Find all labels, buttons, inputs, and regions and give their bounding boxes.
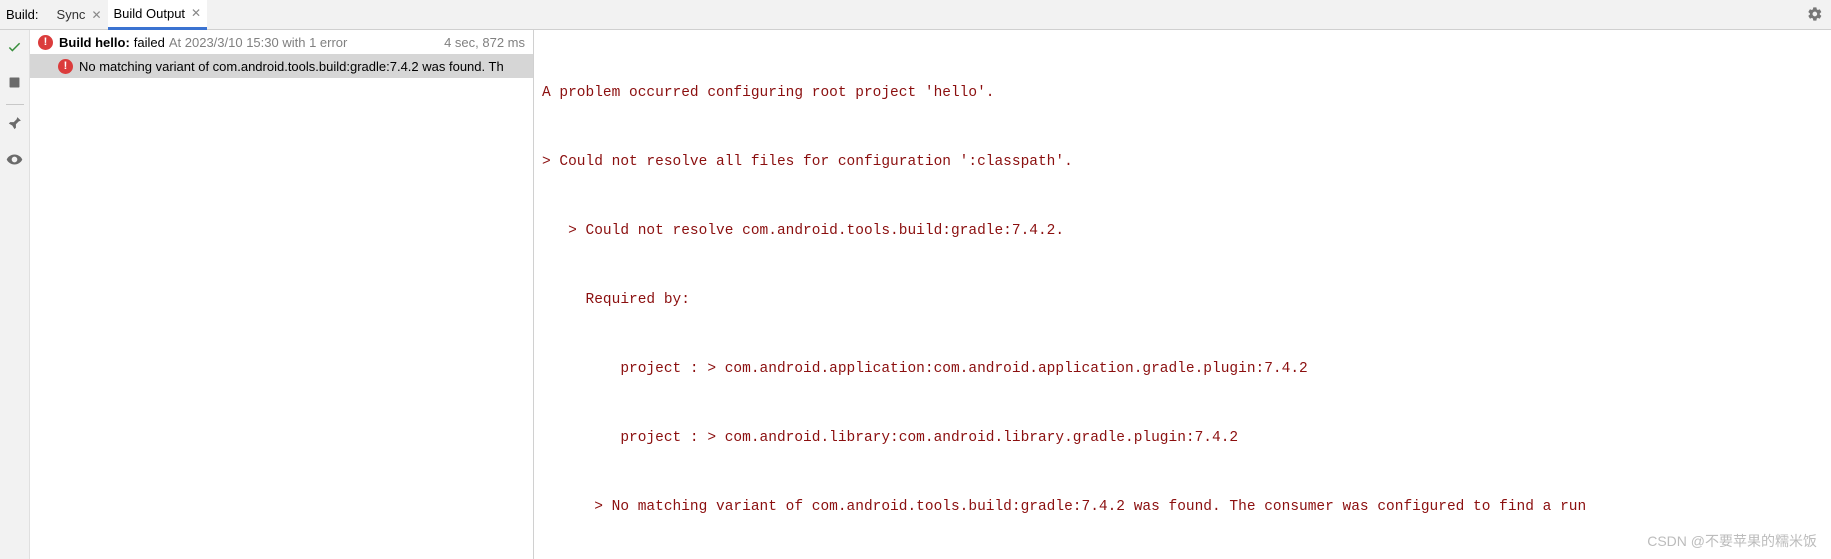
- close-icon[interactable]: ✕: [191, 6, 201, 20]
- gear-icon[interactable]: [1807, 6, 1823, 25]
- console-line: Required by:: [542, 289, 1831, 312]
- build-status: failed: [134, 35, 165, 50]
- build-tree: ! Build hello: failed At 2023/3/10 15:30…: [30, 30, 534, 559]
- console-line: > Could not resolve all files for config…: [542, 151, 1831, 174]
- tool-gutter: [0, 30, 30, 559]
- error-message: No matching variant of com.android.tools…: [79, 59, 525, 74]
- console-line: > No matching variant of com.android.too…: [542, 496, 1831, 519]
- console-line: A problem occurred configuring root proj…: [542, 82, 1831, 105]
- tab-build-output-label: Build Output: [114, 6, 186, 21]
- build-label: Build:: [6, 7, 39, 22]
- console-line: project : > com.android.application:com.…: [542, 358, 1831, 381]
- console-line: project : > com.android.library:com.andr…: [542, 427, 1831, 450]
- divider: [6, 104, 24, 105]
- error-icon: !: [58, 59, 73, 74]
- close-icon[interactable]: ✕: [91, 8, 101, 22]
- stop-icon[interactable]: [6, 74, 23, 94]
- build-task-row[interactable]: ! Build hello: failed At 2023/3/10 15:30…: [30, 30, 533, 54]
- build-tabbar: Build: Sync ✕ Build Output ✕: [0, 0, 1831, 30]
- console-line: > Could not resolve com.android.tools.bu…: [542, 220, 1831, 243]
- build-output-console[interactable]: A problem occurred configuring root proj…: [534, 30, 1831, 559]
- build-meta: At 2023/3/10 15:30 with 1 error: [169, 35, 348, 50]
- build-error-row[interactable]: ! No matching variant of com.android.too…: [30, 54, 533, 78]
- build-title: Build hello:: [59, 35, 130, 50]
- tab-build-output[interactable]: Build Output ✕: [108, 0, 208, 30]
- error-icon: !: [38, 35, 53, 50]
- tab-sync-label: Sync: [57, 7, 86, 22]
- build-duration: 4 sec, 872 ms: [444, 35, 525, 50]
- eye-icon[interactable]: [6, 151, 23, 171]
- check-icon[interactable]: [6, 38, 23, 58]
- tab-sync[interactable]: Sync ✕: [51, 0, 108, 30]
- pin-icon[interactable]: [6, 115, 23, 135]
